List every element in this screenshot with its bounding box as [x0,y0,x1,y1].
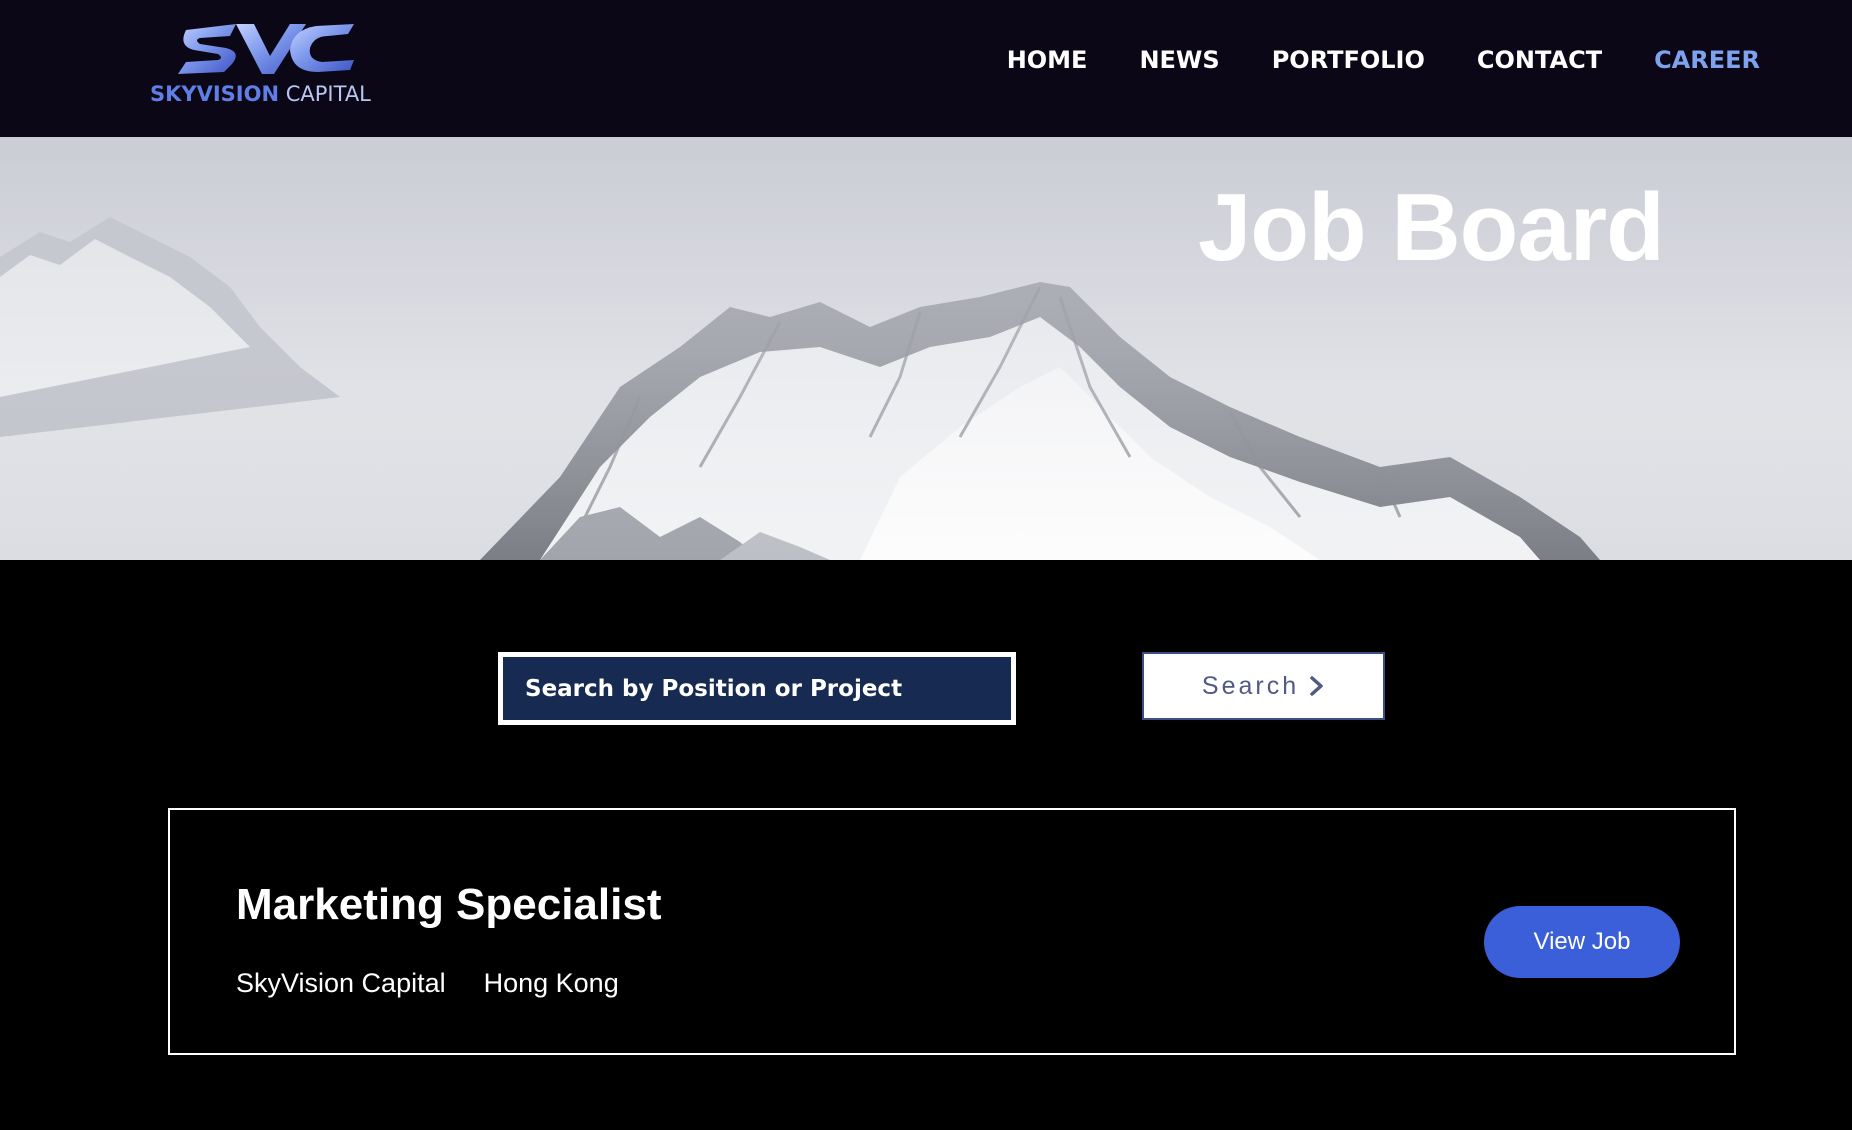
logo-brand-bold: SKYVISION [150,82,280,106]
job-location: Hong Kong [483,968,619,998]
job-meta: SkyVision Capital Hong Kong [236,968,619,999]
logo-wordmark: SKYVISION CAPITAL [150,82,385,106]
job-title[interactable]: Marketing Specialist [236,880,661,930]
nav-item-career[interactable]: CAREER [1654,46,1760,74]
page-title: Job Board [1198,174,1665,281]
nav-item-portfolio[interactable]: PORTFOLIO [1272,46,1425,74]
nav-item-home[interactable]: HOME [1007,46,1088,74]
nav-item-news[interactable]: NEWS [1139,46,1219,74]
search-button[interactable]: Search [1142,652,1385,720]
job-search-input[interactable] [498,652,1016,725]
site-header: SKYVISION CAPITAL HOME NEWS PORTFOLIO CO… [0,0,1852,137]
logo-brand-light: CAPITAL [285,82,371,106]
view-job-button[interactable]: View Job [1484,906,1680,978]
skyvision-logo[interactable]: SKYVISION CAPITAL [150,20,385,110]
svc-logo-mark-icon [178,24,354,74]
main-nav: HOME NEWS PORTFOLIO CONTACT CAREER [1007,46,1760,74]
hero-banner: Job Board [0,137,1852,560]
chevron-right-icon [1310,676,1323,696]
search-button-label: Search [1201,671,1300,700]
job-company: SkyVision Capital [236,968,446,998]
job-listing-card: Marketing Specialist SkyVision Capital H… [168,808,1736,1055]
nav-item-contact[interactable]: CONTACT [1477,46,1602,74]
